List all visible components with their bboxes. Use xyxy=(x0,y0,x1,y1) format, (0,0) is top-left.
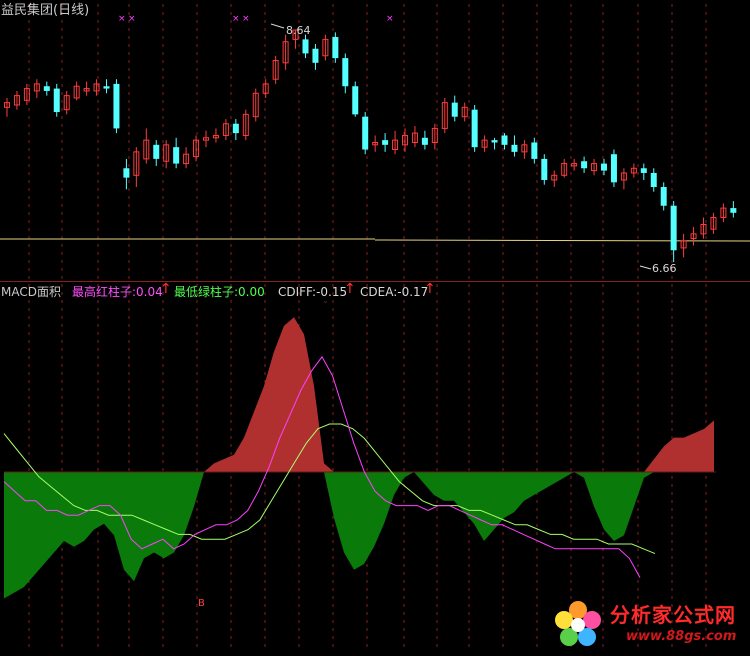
buy-signal-marker: B xyxy=(198,598,205,609)
candle-body xyxy=(153,144,160,159)
candle-body xyxy=(312,48,319,63)
candle-body xyxy=(43,86,50,91)
cdiff-label: CDIFF:-0.15 xyxy=(278,285,348,299)
stock-title: 益民集团(日线) xyxy=(1,3,90,18)
cdea-arrow-icon: ↑ xyxy=(424,281,436,297)
candle-body xyxy=(730,208,737,213)
signal-marker: × xyxy=(232,14,240,24)
candle-body xyxy=(541,158,548,180)
candle-body xyxy=(660,187,667,206)
watermark-logo: 分析家公式网 www.88gs.com xyxy=(548,596,748,652)
kline-macd-chart[interactable]: × × × × ×ᵕ xyxy=(0,0,750,655)
candle-body xyxy=(382,140,389,145)
candle-body xyxy=(501,135,508,145)
candle-body xyxy=(232,123,239,134)
candle-body xyxy=(173,147,180,164)
signal-marker: × xyxy=(118,14,126,24)
watermark-url: www.88gs.com xyxy=(626,629,737,644)
watermark-brand: 分析家公式网 xyxy=(610,603,736,627)
cdea-label: CDEA:-0.17 xyxy=(360,285,429,299)
candle-body xyxy=(421,137,428,145)
max-red-label: 最高红柱子:0.04 xyxy=(72,285,163,299)
candle-body xyxy=(302,39,309,54)
candle-body xyxy=(610,154,617,183)
candle-body xyxy=(451,102,458,117)
macd-green-area xyxy=(4,472,714,599)
candle-body xyxy=(352,86,359,115)
candle-body xyxy=(531,142,538,159)
candle-body xyxy=(491,140,498,143)
candle-body xyxy=(650,172,657,188)
candle-body xyxy=(362,116,369,150)
candle-body xyxy=(332,37,339,59)
low-price-marker: 6.66 xyxy=(652,262,677,275)
high-pointer xyxy=(270,23,285,29)
candle-body xyxy=(601,163,607,171)
high-price-marker: 8.64 xyxy=(286,24,311,37)
low-pointer xyxy=(639,265,652,270)
candle-body xyxy=(640,168,647,173)
signal-marker: × xyxy=(386,14,394,24)
panel-separator xyxy=(0,281,750,282)
candle-body xyxy=(342,58,349,87)
macd-red-area xyxy=(4,317,714,472)
candle-body xyxy=(123,168,130,178)
signal-marker: × xyxy=(242,14,250,24)
candle-body xyxy=(581,161,588,169)
signal-marker: × xyxy=(128,14,136,24)
min-green-label: 最低绿柱子:0.00 xyxy=(174,285,265,299)
candle-body xyxy=(103,86,110,89)
peak-marker: ᵕ xyxy=(324,298,327,307)
candle-body xyxy=(670,205,677,251)
cdiff-arrow-icon: ↑ xyxy=(344,281,356,297)
max-red-arrow-icon: ↑ xyxy=(160,281,172,297)
candle-body xyxy=(53,88,60,113)
candle-body xyxy=(113,83,120,129)
candle-body xyxy=(511,144,518,152)
indicator-name: MACD面积 xyxy=(1,285,61,299)
flower-logo-icon xyxy=(555,601,601,646)
candle-body xyxy=(471,109,478,148)
